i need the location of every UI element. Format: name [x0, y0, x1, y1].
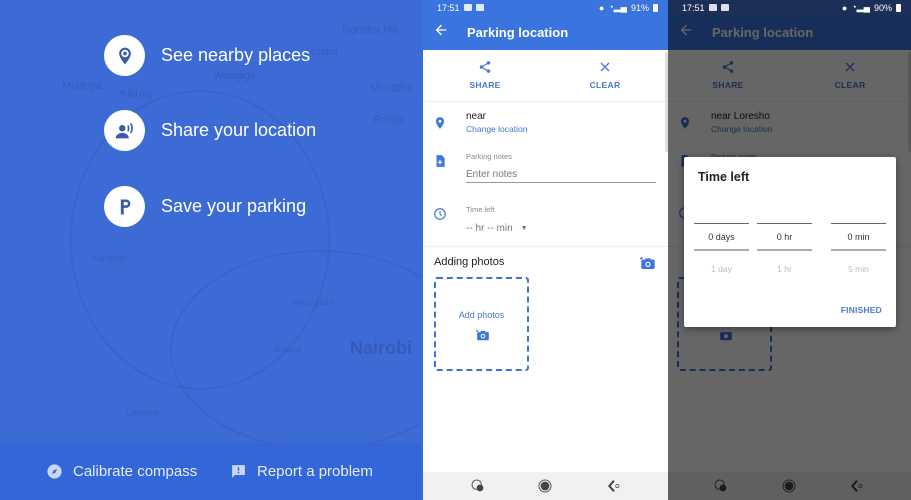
parking-p-icon — [120, 199, 130, 214]
time-left-dialog: Time left 0 days 1 day 0 hr 1 hr 0 min 5… — [684, 157, 896, 327]
bottom-action-bar: Calibrate compass Report a problem — [0, 443, 421, 500]
parking-notes-label: Parking notes — [466, 152, 512, 161]
parking-icon-circle — [104, 186, 145, 227]
page-title: Parking location — [467, 25, 569, 40]
add-photo-camera-icon[interactable] — [640, 256, 656, 270]
picker-divider — [694, 249, 749, 251]
feedback-icon — [229, 463, 247, 481]
picker-current-value[interactable]: 0 hr — [757, 224, 812, 249]
add-photos-dropzone[interactable]: Add photos — [434, 277, 529, 371]
share-location-person-icon — [115, 122, 133, 138]
home-button[interactable] — [536, 478, 554, 494]
recent-apps-icon — [471, 479, 484, 492]
battery-icon — [896, 3, 901, 12]
add-photo-camera-icon — [476, 329, 489, 341]
back-arrow-icon[interactable] — [433, 22, 449, 38]
action-row: SHARE CLEAR — [423, 50, 668, 102]
picker-next-value[interactable]: 1 hr — [757, 264, 812, 274]
gallery-notification-icon — [463, 4, 472, 11]
back-nav-button[interactable] — [605, 478, 623, 494]
gallery-notification-icon — [708, 4, 717, 11]
picker-current-value[interactable]: 0 days — [694, 224, 749, 249]
menu-item-share-location[interactable]: Share your location — [104, 110, 316, 151]
map-label: Kibera — [275, 345, 302, 354]
battery-icon — [653, 3, 658, 12]
parking-notes-input[interactable] — [466, 167, 656, 183]
map-label: Mucatha — [370, 82, 413, 94]
dialog-title: Time left — [698, 170, 750, 184]
picker-divider — [757, 249, 812, 251]
status-bar: 17:51 ● ◔▂▄ 90% — [668, 0, 911, 15]
parking-location-screen: 17:51 ● ◔▂▄ 91% Parking location SHARE C… — [421, 0, 668, 500]
menu-item-label: See nearby places — [161, 45, 311, 65]
time-left-label: Time left — [466, 205, 495, 214]
days-picker[interactable]: 0 days 1 day — [694, 210, 749, 274]
map-label: Langata — [126, 408, 159, 417]
location-status-icon: ● — [841, 2, 848, 13]
time-left-dropdown[interactable]: -- hr -- min ▼ — [466, 223, 528, 234]
change-location-link[interactable]: Change location — [466, 124, 527, 134]
time-left-value: -- hr -- min — [466, 223, 513, 234]
picker-current-value[interactable]: 0 min — [831, 224, 886, 249]
menu-item-label: Save your parking — [161, 196, 307, 216]
map-label: Ruaka — [306, 46, 338, 58]
map-label: Kikuyu — [120, 88, 154, 100]
app-bar: 17:51 ● ◔▂▄ 91% Parking location — [423, 0, 668, 50]
clear-button[interactable]: CLEAR — [575, 58, 635, 90]
place-pin-icon — [118, 47, 131, 64]
calibrate-compass-label: Calibrate compass — [73, 463, 198, 480]
map-label: Muguga — [62, 80, 102, 92]
system-nav-bar — [423, 472, 668, 500]
close-icon — [600, 62, 610, 72]
share-icon-circle — [104, 110, 145, 151]
map-label: Westlands — [292, 298, 334, 307]
map-label: Ngecha Hill — [342, 24, 399, 36]
finished-button[interactable]: FINISHED — [841, 305, 882, 315]
report-problem-label: Report a problem — [257, 463, 373, 480]
calibrate-compass-button[interactable]: Calibrate compass — [45, 463, 197, 481]
share-button[interactable]: SHARE — [455, 58, 515, 90]
app-notification-icon — [475, 4, 484, 11]
status-time: 17:51 — [437, 2, 460, 13]
battery-percent: 91% — [630, 2, 649, 13]
add-photos-label: Add photos — [458, 310, 505, 320]
dropdown-arrow-icon: ▼ — [520, 225, 528, 232]
time-left-dialog-screen: Parking location 17:51 ● ◔▂▄ 90% SHARE C… — [668, 0, 911, 500]
wifi-signal-icon: ◔▂▄ — [608, 2, 627, 12]
battery-percent: 90% — [873, 2, 892, 13]
location-pin-icon — [435, 117, 445, 129]
share-label: SHARE — [469, 80, 501, 90]
wifi-signal-icon: ◔▂▄ — [851, 2, 870, 12]
nearby-icon-circle — [104, 35, 145, 76]
note-add-icon — [436, 155, 445, 167]
status-time: 17:51 — [682, 2, 705, 13]
map-label: Runda — [373, 114, 406, 126]
clock-icon — [434, 208, 446, 220]
map-label-city: Nairobi — [350, 338, 413, 358]
report-problem-button[interactable]: Report a problem — [229, 463, 373, 481]
clear-label: CLEAR — [589, 80, 621, 90]
map-menu-panel: Ngecha Hill Ruaka Wangige Muguga Kikuyu … — [0, 0, 421, 500]
hours-picker[interactable]: 0 hr 1 hr — [757, 210, 812, 274]
section-divider — [423, 246, 668, 247]
menu-item-save-parking[interactable]: Save your parking — [104, 186, 306, 227]
share-icon — [479, 61, 491, 73]
location-status-icon: ● — [598, 2, 605, 13]
recent-apps-button[interactable] — [469, 478, 487, 494]
menu-item-label: Share your location — [161, 120, 317, 140]
menu-item-nearby-places[interactable]: See nearby places — [104, 35, 310, 76]
minutes-picker[interactable]: 0 min 5 min — [831, 210, 886, 274]
compass-icon — [45, 463, 63, 481]
map-label: Kangemi — [92, 254, 128, 263]
home-icon — [538, 479, 552, 493]
picker-next-value[interactable]: 1 day — [694, 264, 749, 274]
location-name: near — [466, 111, 487, 122]
app-notification-icon — [720, 4, 729, 11]
picker-divider — [831, 249, 886, 251]
status-bar: 17:51 ● ◔▂▄ 91% — [423, 0, 668, 15]
picker-next-value[interactable]: 5 min — [831, 264, 886, 274]
adding-photos-heading: Adding photos — [434, 256, 505, 268]
back-nav-icon — [608, 480, 620, 492]
